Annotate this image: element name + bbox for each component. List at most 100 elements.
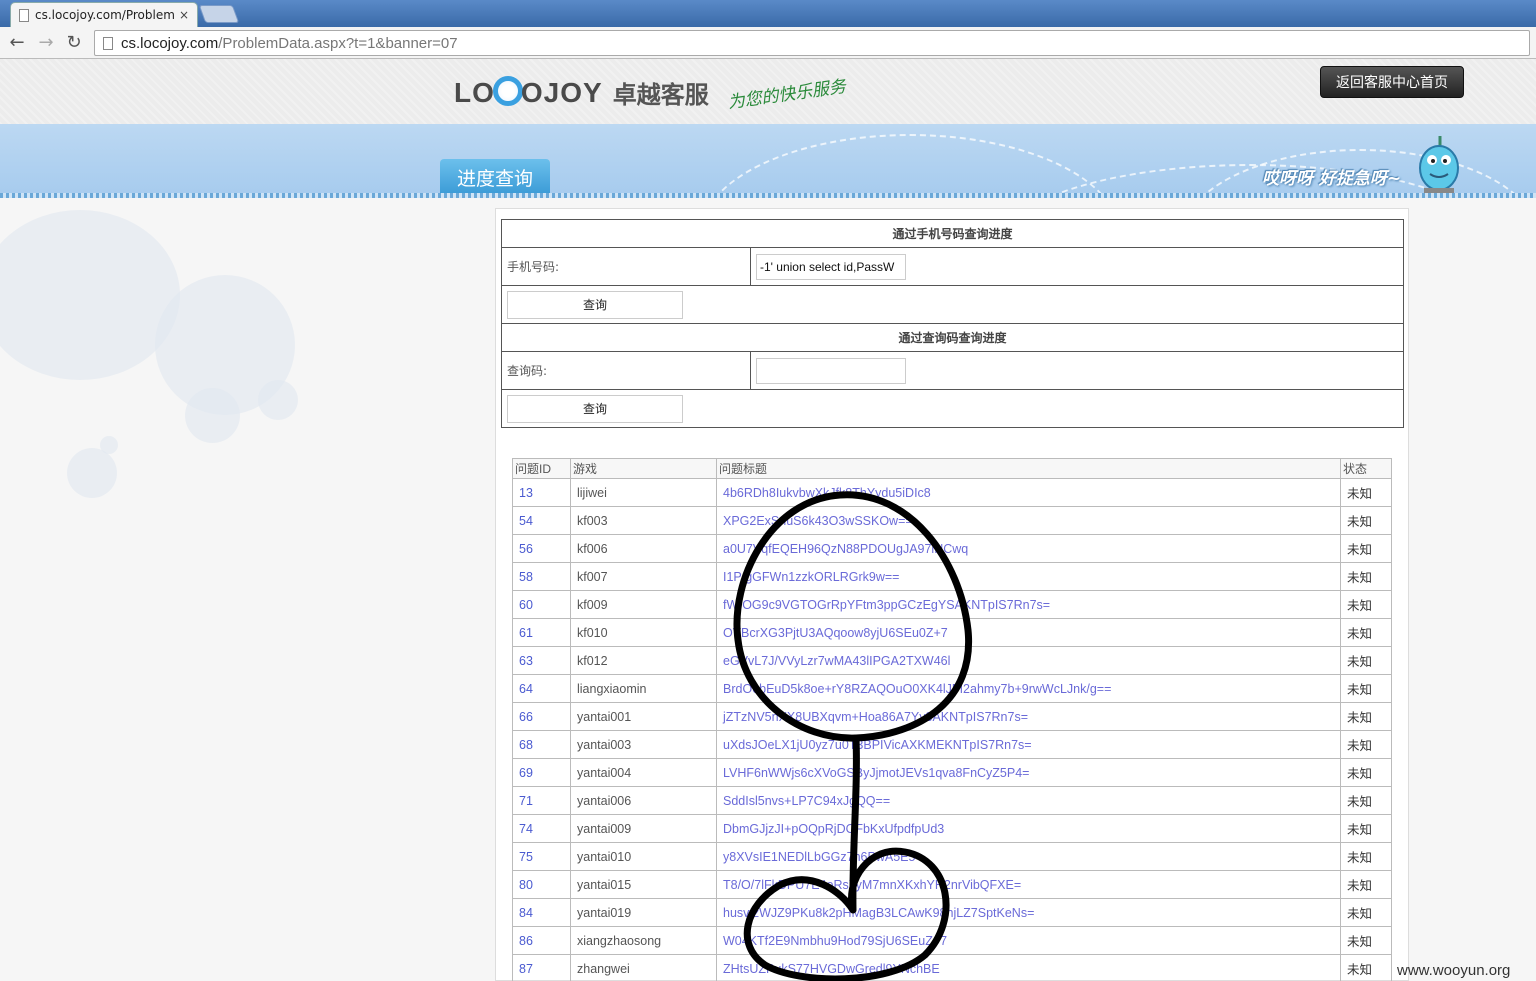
code-input-cell — [750, 351, 1404, 390]
status-cell: 未知 — [1340, 926, 1392, 955]
code-input[interactable] — [756, 357, 906, 384]
header-title: 问题标题 — [716, 458, 1341, 479]
reload-icon[interactable]: ↻ — [63, 32, 85, 54]
problem-title-link[interactable]: SddIsl5nvs+LP7C94xJgQQ== — [716, 786, 1341, 815]
logo-wordmark: LO OJOY — [454, 76, 603, 109]
phone-button-cell: 查询 — [501, 285, 1404, 324]
table-row: 86 xiangzhaosong W04KTf2E9Nmbhu9Hod79SjU6S… — [512, 926, 1392, 955]
problem-id-link[interactable]: 54 — [512, 506, 571, 535]
problem-id-link[interactable]: 68 — [512, 730, 571, 759]
table-row: 63 kf012 eGVvL7J/VVyLzr7wMA43lIPGA2TXW46l 未… — [512, 646, 1392, 675]
problem-id-link[interactable]: 84 — [512, 898, 571, 927]
logo-right: OJOY — [520, 77, 603, 108]
problem-title-link[interactable]: DbmGJjzJI+pOQpRjDOFbKxUfpdfpUd3 — [716, 814, 1341, 843]
game-cell: yantai003 — [570, 730, 717, 759]
page-banner: 进度查询 哎呀呀 好捉急呀~ — [0, 124, 1536, 198]
problem-title-link[interactable]: I1P/gGFWn1zzkORLRGrk9w== — [716, 562, 1341, 591]
game-cell: lijiwei — [570, 478, 717, 507]
problem-id-link[interactable]: 63 — [512, 646, 571, 675]
table-row: 66 yantai001 jZTzNV5nXX8UBXqvm+Hoa86A7Yy3A… — [512, 702, 1392, 731]
game-cell: yantai009 — [570, 814, 717, 843]
status-cell: 未知 — [1340, 870, 1392, 899]
game-cell: yantai004 — [570, 758, 717, 787]
status-cell: 未知 — [1340, 674, 1392, 703]
problem-title-link[interactable]: LVHF6nWWjs6cXVoGSByJjmotJEVs1qva8FnCyZ5P… — [716, 758, 1341, 787]
table-row: 69 yantai004 LVHF6nWWjs6cXVoGSByJjmotJEVs1… — [512, 758, 1392, 787]
address-bar[interactable]: cs.locojoy.com/ProblemData.aspx?t=1&bann… — [94, 30, 1530, 56]
close-tab-icon[interactable]: × — [179, 8, 189, 22]
problem-id-link[interactable]: 61 — [512, 618, 571, 647]
slogan: 为您的快乐服务 — [726, 76, 847, 114]
problem-id-link[interactable]: 69 — [512, 758, 571, 787]
table-row: 56 kf006 a0U7VqfEQEH96QzN88PDOUgJA97lNCwq 未… — [512, 534, 1392, 563]
problem-title-link[interactable]: OVBcrXG3PjtU3AQqoow8yjU6SEu0Z+7 — [716, 618, 1341, 647]
problem-title-link[interactable]: husvtzWJZ9PKu8k2pHMagB3LCAwK98hjLZ7SptKe… — [716, 898, 1341, 927]
status-cell: 未知 — [1340, 954, 1392, 981]
site-logo[interactable]: LO OJOY 卓越客服 为您的快乐服务 — [454, 75, 847, 114]
phone-label: 手机号码: — [501, 247, 751, 286]
url-path: /ProblemData.aspx?t=1&banner=07 — [218, 34, 458, 52]
problem-id-link[interactable]: 75 — [512, 842, 571, 871]
table-row: 74 yantai009 DbmGJjzJI+pOQpRjDOFbKxUfpdfpU… — [512, 814, 1392, 843]
watermark: www.wooyun.org — [1397, 962, 1511, 979]
banner-strip — [0, 193, 1536, 198]
status-cell: 未知 — [1340, 730, 1392, 759]
phone-input[interactable]: -1' union select id,PassW — [756, 253, 906, 280]
code-button-cell: 查询 — [501, 389, 1404, 428]
problem-title-link[interactable]: eGVvL7J/VVyLzr7wMA43lIPGA2TXW46l — [716, 646, 1341, 675]
problem-title-link[interactable]: jZTzNV5nXX8UBXqvm+Hoa86A7Yy3AKNTpIS7Rn7s… — [716, 702, 1341, 731]
tab-progress-query[interactable]: 进度查询 — [440, 159, 550, 195]
problem-title-link[interactable]: a0U7VqfEQEH96QzN88PDOUgJA97lNCwq — [716, 534, 1341, 563]
problem-id-link[interactable]: 56 — [512, 534, 571, 563]
game-cell: yantai001 — [570, 702, 717, 731]
problem-id-link[interactable]: 66 — [512, 702, 571, 731]
problem-id-link[interactable]: 60 — [512, 590, 571, 619]
table-row: 13 lijiwei 4b6RDh8IukvbwXkJfk8ThYydu5iDIc8… — [512, 478, 1392, 507]
browser-tabstrip: cs.locojoy.com/Problem × — [0, 0, 1536, 27]
back-arrow-icon[interactable]: ← — [6, 32, 28, 54]
table-row: 54 kf003 XPG2ExSnuS6k43O3wSSKOw== 未知 — [512, 506, 1392, 535]
problem-title-link[interactable]: W04KTf2E9Nmbhu9Hod79SjU6SEuZ+7 — [716, 926, 1341, 955]
back-home-button[interactable]: 返回客服中心首页 — [1320, 66, 1464, 98]
problem-id-link[interactable]: 64 — [512, 674, 571, 703]
page-icon — [103, 36, 113, 50]
new-tab-button[interactable] — [198, 5, 240, 23]
problem-id-link[interactable]: 13 — [512, 478, 571, 507]
problem-title-link[interactable]: ZHtsUZPukS77HVGDwGredl9YNchBE — [716, 954, 1341, 981]
status-cell: 未知 — [1340, 506, 1392, 535]
mascot-text: 哎呀呀 好捉急呀~ — [1262, 169, 1402, 189]
status-cell: 未知 — [1340, 786, 1392, 815]
table-row: 68 yantai003 uXdsJOeLX1jU0yz7u0T3BPIVicAXK… — [512, 730, 1392, 759]
table-row: 60 kf009 fWrOG9c9VGTOGrRpYFtm3ppGCzEgYSAKN… — [512, 590, 1392, 619]
phone-query-button[interactable]: 查询 — [507, 290, 683, 319]
problem-title-link[interactable]: uXdsJOeLX1jU0yz7u0T3BPIVicAXKMEKNTpIS7Rn… — [716, 730, 1341, 759]
main-content: 通过手机号码查询进度 手机号码: -1' union select id,Pas… — [495, 208, 1409, 981]
problem-title-link[interactable]: y8XVsIE1NEDlLbGGz7n6PwA5E5 — [716, 842, 1341, 871]
game-cell: kf003 — [570, 506, 717, 535]
problem-id-link[interactable]: 74 — [512, 814, 571, 843]
status-cell: 未知 — [1340, 898, 1392, 927]
problem-title-link[interactable]: BrdO6bEuD5k8oe+rY8RZAQOuO0XK4lJFI2ahmy7b… — [716, 674, 1341, 703]
phone-query-caption: 通过手机号码查询进度 — [501, 219, 1404, 248]
logo-ring-icon — [492, 76, 523, 106]
problem-title-link[interactable]: fWrOG9c9VGTOGrRpYFtm3ppGCzEgYSAKNTpIS7Rn… — [716, 590, 1341, 619]
forward-arrow-icon[interactable]: → — [35, 32, 57, 54]
problem-id-link[interactable]: 87 — [512, 954, 571, 981]
query-form: 通过手机号码查询进度 手机号码: -1' union select id,Pas… — [501, 219, 1404, 428]
code-query-button[interactable]: 查询 — [507, 394, 683, 423]
problem-title-link[interactable]: XPG2ExSnuS6k43O3wSSKOw== — [716, 506, 1341, 535]
browser-tab-active[interactable]: cs.locojoy.com/Problem × — [10, 2, 198, 27]
status-cell: 未知 — [1340, 702, 1392, 731]
game-cell: kf010 — [570, 618, 717, 647]
game-cell: liangxiaomin — [570, 674, 717, 703]
url-text: cs.locojoy.com/ProblemData.aspx?t=1&bann… — [121, 35, 458, 52]
header-game: 游戏 — [570, 458, 717, 479]
table-row: 80 yantai015 T8/O/7lFkDPU7E4oRs7yM7mnXKxhY… — [512, 870, 1392, 899]
problem-id-link[interactable]: 86 — [512, 926, 571, 955]
problem-id-link[interactable]: 80 — [512, 870, 571, 899]
status-cell: 未知 — [1340, 534, 1392, 563]
problem-title-link[interactable]: 4b6RDh8IukvbwXkJfk8ThYydu5iDIc8 — [716, 478, 1341, 507]
problem-id-link[interactable]: 71 — [512, 786, 571, 815]
problem-title-link[interactable]: T8/O/7lFkDPU7E4oRs7yM7mnXKxhYH2nrVibQFXE… — [716, 870, 1341, 899]
problem-id-link[interactable]: 58 — [512, 562, 571, 591]
